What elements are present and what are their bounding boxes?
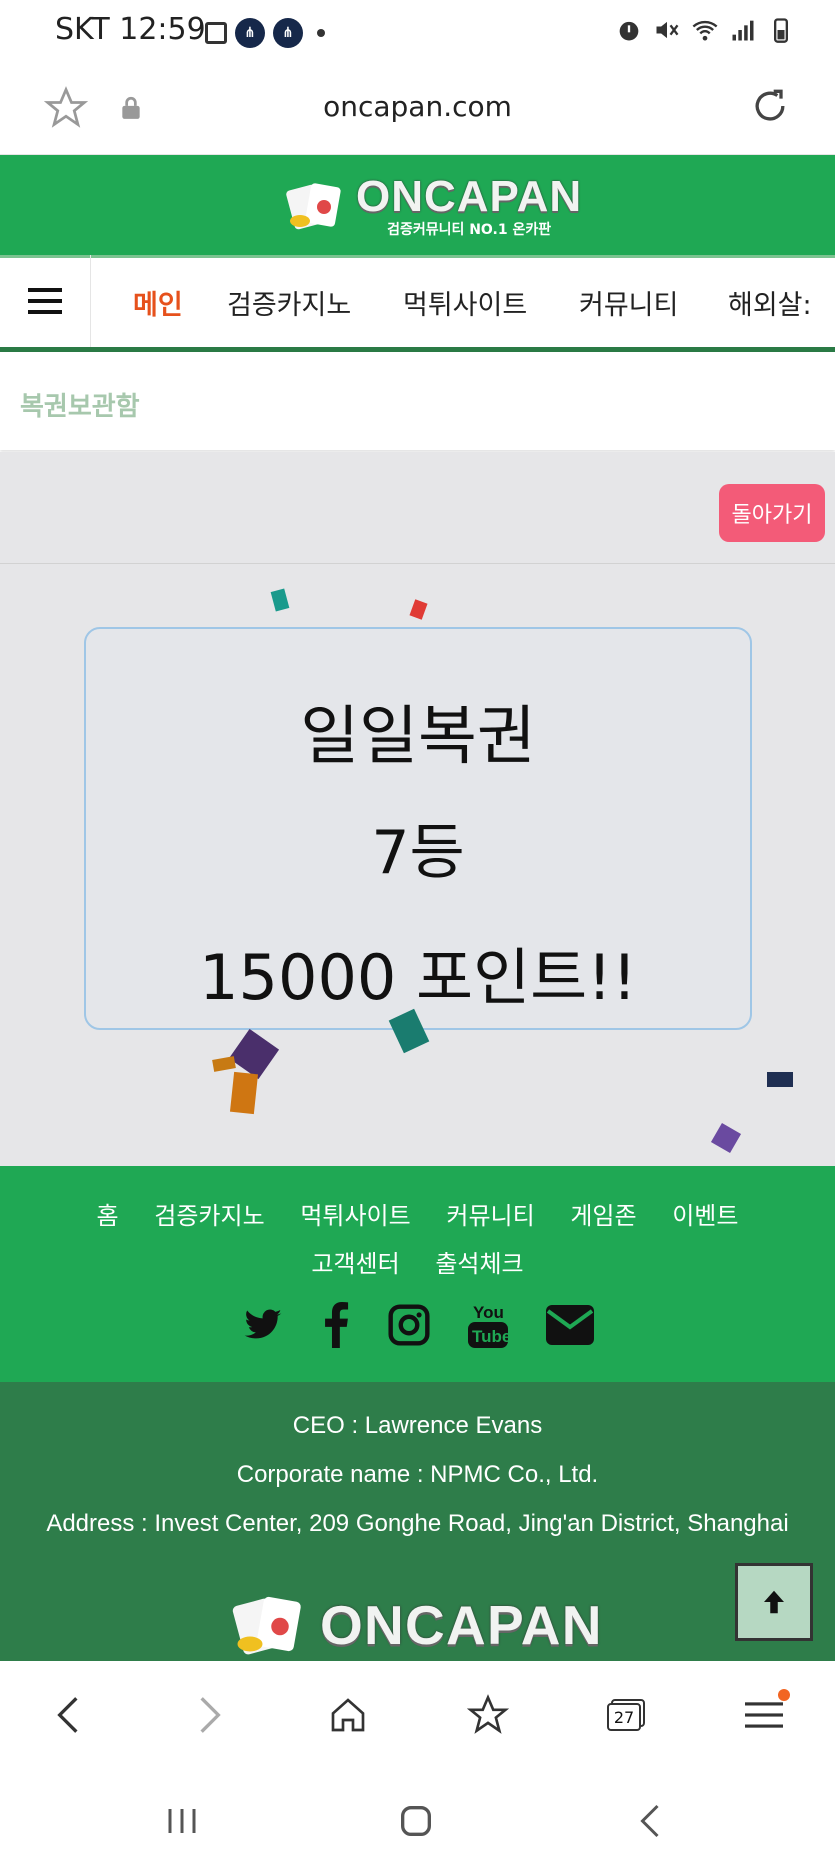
- system-home-button[interactable]: [386, 1791, 446, 1851]
- footer-link-verified-casino[interactable]: 검증카지노: [154, 1202, 264, 1230]
- company-info: CEO : Lawrence Evans Corporate name : NP…: [0, 1382, 835, 1662]
- tabs-count: 27: [607, 1703, 641, 1731]
- arrow-up-icon: [764, 1590, 784, 1614]
- back-button[interactable]: 돌아가기: [719, 484, 825, 542]
- chevron-right-icon: [200, 1697, 221, 1733]
- prize-card: 일일복권 7등 15000 포인트!!: [84, 627, 752, 1030]
- prize-rank: 7등: [371, 818, 465, 888]
- nav-item-overseas[interactable]: 해외살:: [728, 283, 835, 322]
- system-icons: [615, 16, 795, 44]
- app-icon: ⋔: [273, 18, 303, 48]
- social-links: You Tube: [0, 1300, 835, 1350]
- system-back-icon: [640, 1804, 659, 1838]
- youtube-icon[interactable]: You Tube: [467, 1300, 509, 1350]
- recent-apps-icon: [168, 1809, 196, 1833]
- confetti-piece: [767, 1072, 793, 1087]
- confetti-piece: [229, 1071, 259, 1115]
- footer-link-scam-sites[interactable]: 먹튀사이트: [300, 1202, 410, 1230]
- home-button[interactable]: [318, 1685, 378, 1745]
- svg-text:You: You: [473, 1303, 504, 1322]
- footer-link-attendance[interactable]: 출석체크: [435, 1250, 523, 1278]
- recent-apps-button[interactable]: [152, 1791, 212, 1851]
- cards-logo-icon: [286, 183, 341, 230]
- status-bar: SKT 12:59 ⋔ ⋔: [0, 0, 835, 66]
- back-nav-button[interactable]: [38, 1685, 98, 1745]
- footer-links-row1: 홈 검증카지노 먹튀사이트 커뮤니티 게임존 이벤트: [0, 1196, 835, 1231]
- footer-logo: ONCAPAN: [230, 1594, 603, 1659]
- home-icon: [331, 1698, 365, 1732]
- menu-icon: [745, 1702, 783, 1728]
- notification-icons: ⋔ ⋔: [205, 18, 325, 48]
- url-text[interactable]: oncapan.com: [0, 90, 835, 123]
- prize-title: 일일복권: [300, 700, 536, 774]
- nav-item-main[interactable]: 메인: [133, 283, 183, 322]
- tabs-button[interactable]: 27: [596, 1685, 656, 1745]
- system-back-button[interactable]: [620, 1791, 680, 1851]
- footer-link-community[interactable]: 커뮤니티: [446, 1202, 534, 1230]
- instagram-icon[interactable]: [387, 1303, 431, 1347]
- address-text: Address : Invest Center, 209 Gonghe Road…: [46, 1510, 789, 1537]
- browser-menu-button[interactable]: [734, 1685, 794, 1745]
- tabs-icon: 27: [607, 1699, 645, 1731]
- notification-dot: [778, 1689, 790, 1701]
- twitter-icon[interactable]: [241, 1305, 285, 1345]
- footer-link-home[interactable]: 홈: [97, 1202, 119, 1230]
- footer-links-row2: 고객센터 출석체크: [0, 1244, 835, 1279]
- bookmarks-star-icon: [467, 1694, 509, 1734]
- ceo-text: CEO : Lawrence Evans: [292, 1412, 543, 1439]
- logo-wordmark: ONCAPAN: [356, 172, 583, 221]
- footer-link-game-zone[interactable]: 게임존: [570, 1202, 636, 1230]
- mute-icon: [656, 21, 679, 39]
- footer-link-support[interactable]: 고객센터: [311, 1250, 399, 1278]
- url-bar: oncapan.com: [0, 66, 835, 155]
- logo-subtitle: 검증커뮤니티 NO.1 온카판: [387, 222, 552, 238]
- mail-icon[interactable]: [545, 1305, 595, 1345]
- signal-icon: [732, 20, 754, 41]
- chevron-left-icon: [57, 1697, 78, 1733]
- system-home-icon: [401, 1806, 431, 1836]
- image-icon: [205, 22, 227, 44]
- nav-item-community[interactable]: 커뮤니티: [579, 283, 678, 322]
- browser-bottom-bar: 27: [0, 1661, 835, 1856]
- wifi-icon: [692, 20, 718, 41]
- battery-icon: [774, 18, 788, 43]
- site-header: ONCAPAN 검증커뮤니티 NO.1 온카판: [0, 155, 835, 255]
- facebook-icon[interactable]: [321, 1302, 351, 1348]
- app-icon: ⋔: [235, 18, 265, 48]
- alarm-icon: [619, 21, 639, 41]
- dot-icon: [317, 29, 325, 37]
- scroll-to-top-button[interactable]: [735, 1563, 813, 1641]
- nav-item-scam-sites[interactable]: 먹튀사이트: [403, 283, 527, 322]
- logo-wordmark: ONCAPAN: [320, 1595, 603, 1657]
- status-time: SKT 12:59: [55, 12, 206, 47]
- page-title-bar: 복권보관함: [0, 352, 835, 450]
- bookmarks-button[interactable]: [458, 1685, 518, 1745]
- forward-nav-button[interactable]: [180, 1685, 240, 1745]
- prize-points: 15000 포인트!!: [199, 941, 637, 1014]
- main-nav: 메인 검증카지노 먹튀사이트 커뮤니티 해외살:: [0, 255, 835, 352]
- cards-logo-icon: [232, 1596, 301, 1655]
- svg-text:Tube: Tube: [472, 1327, 509, 1346]
- hamburger-menu-button[interactable]: [0, 255, 91, 347]
- corporate-name-text: Corporate name : NPMC Co., Ltd.: [236, 1461, 599, 1488]
- divider: [0, 563, 835, 564]
- footer-link-events[interactable]: 이벤트: [672, 1202, 738, 1230]
- page-title: 복권보관함: [20, 392, 140, 422]
- reload-icon[interactable]: [748, 84, 792, 128]
- nav-item-verified-casino[interactable]: 검증카지노: [227, 283, 351, 322]
- site-logo[interactable]: ONCAPAN 검증커뮤니티 NO.1 온카판: [284, 175, 582, 239]
- menu-icon: [28, 288, 62, 314]
